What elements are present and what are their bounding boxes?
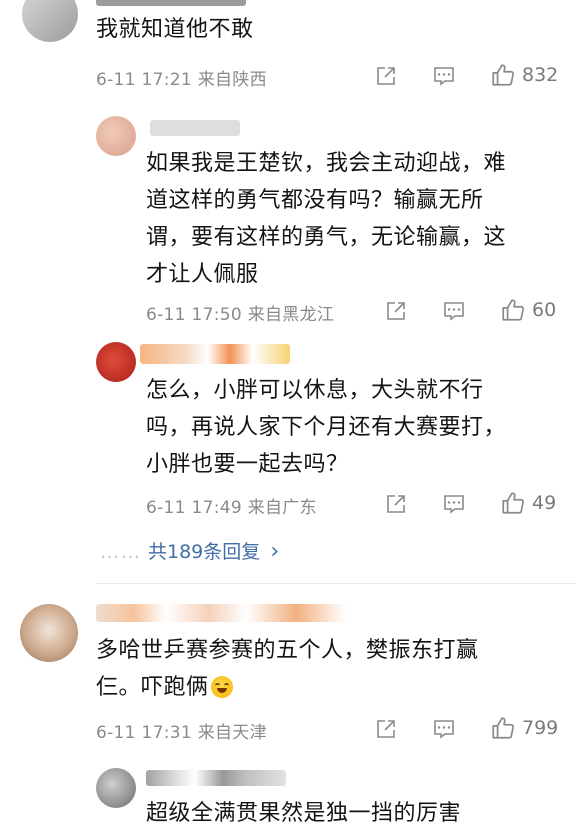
username-blurred[interactable] — [140, 344, 290, 364]
timestamp: 6-11 17:31 — [96, 723, 192, 743]
username-blurred[interactable] — [96, 0, 246, 6]
comment-button[interactable] — [442, 299, 466, 323]
comment-button[interactable] — [432, 717, 456, 741]
divider — [96, 583, 576, 584]
avatar[interactable] — [22, 0, 78, 42]
like-button[interactable]: 60 — [500, 297, 556, 323]
username-blurred[interactable] — [146, 770, 286, 786]
comment-line: 小胖也要一起去吗？ — [146, 452, 349, 477]
comment-line: 吗，再说人家下个月还有大赛要打， — [146, 415, 507, 440]
share-button[interactable] — [374, 64, 398, 88]
comment-text: 我就知道他不敢 — [96, 17, 254, 42]
comment-icon — [434, 67, 454, 86]
avatar[interactable] — [20, 604, 78, 662]
timestamp: 6-11 17:49 — [146, 498, 242, 518]
username-blurred[interactable] — [150, 120, 240, 136]
comment-meta: 6-11 17:50 来自黑龙江 — [146, 300, 334, 325]
comment-line: 怎么，小胖可以休息，大头就不行 — [146, 378, 484, 403]
comment-text: 超级全满贯果然是独一挡的厉害 — [146, 801, 462, 826]
like-icon — [502, 492, 524, 514]
like-icon — [502, 299, 524, 321]
comment-line: 道这样的勇气都没有吗？输赢无所 — [146, 188, 484, 213]
comment-line: 才让人佩服 — [146, 262, 259, 287]
comment-line: 仨。吓跑俩 — [96, 669, 479, 706]
comment-meta: 6-11 17:31 来自天津 — [96, 718, 267, 743]
like-button[interactable]: 49 — [500, 490, 556, 516]
avatar[interactable] — [96, 768, 136, 808]
replies-count-label: 共189条回复 — [148, 541, 261, 563]
comment-icon — [434, 720, 454, 739]
share-button[interactable] — [374, 717, 398, 741]
comment-meta: 6-11 17:21 来自陕西 — [96, 65, 267, 90]
comment-icon — [444, 302, 464, 321]
like-button[interactable]: 799 — [490, 715, 558, 741]
share-icon — [377, 720, 395, 738]
comment-line: 如果我是王楚钦，我会主动迎战，难 — [146, 151, 507, 176]
like-icon — [492, 717, 514, 739]
username-blurred[interactable] — [96, 604, 346, 622]
like-count: 49 — [532, 492, 557, 514]
comment-meta: 6-11 17:49 来自广东 — [146, 493, 317, 518]
comment-text: 多哈世乒赛参赛的五个人，樊振东打赢 仨。吓跑俩 — [96, 632, 479, 706]
comment-line: 谓，要有这样的勇气，无论输赢，这 — [146, 225, 507, 250]
share-icon — [377, 67, 395, 85]
location: 来自黑龙江 — [247, 305, 335, 325]
dots: …… — [100, 541, 142, 563]
share-button[interactable] — [384, 492, 408, 516]
comment-icon — [444, 495, 464, 514]
comment-text: 如果我是王楚钦，我会主动迎战，难 道这样的勇气都没有吗？输赢无所 谓，要有这样的… — [146, 145, 506, 293]
like-count: 60 — [532, 299, 557, 321]
like-count: 799 — [522, 717, 559, 739]
comment-line-text: 仨。吓跑俩 — [96, 675, 209, 700]
chevron-right-icon: › — [270, 539, 280, 564]
like-count: 832 — [522, 64, 559, 86]
timestamp: 6-11 17:50 — [146, 305, 242, 325]
laughing-emoji-icon — [210, 676, 233, 698]
share-button[interactable] — [384, 299, 408, 323]
comment-button[interactable] — [442, 492, 466, 516]
location: 来自广东 — [247, 498, 317, 518]
location: 来自天津 — [197, 723, 267, 743]
comment-text: 怎么，小胖可以休息，大头就不行 吗，再说人家下个月还有大赛要打， 小胖也要一起去… — [146, 372, 506, 483]
comment-line: 多哈世乒赛参赛的五个人，樊振东打赢 — [96, 638, 479, 663]
location: 来自陕西 — [197, 70, 267, 90]
avatar[interactable] — [96, 342, 136, 382]
share-icon — [387, 302, 405, 320]
like-icon — [492, 64, 514, 86]
avatar[interactable] — [96, 116, 136, 156]
share-icon — [387, 495, 405, 513]
view-replies-link[interactable]: …… 共189条回复 › — [100, 537, 279, 564]
timestamp: 6-11 17:21 — [96, 70, 192, 90]
comment-button[interactable] — [432, 64, 456, 88]
like-button[interactable]: 832 — [490, 62, 558, 88]
